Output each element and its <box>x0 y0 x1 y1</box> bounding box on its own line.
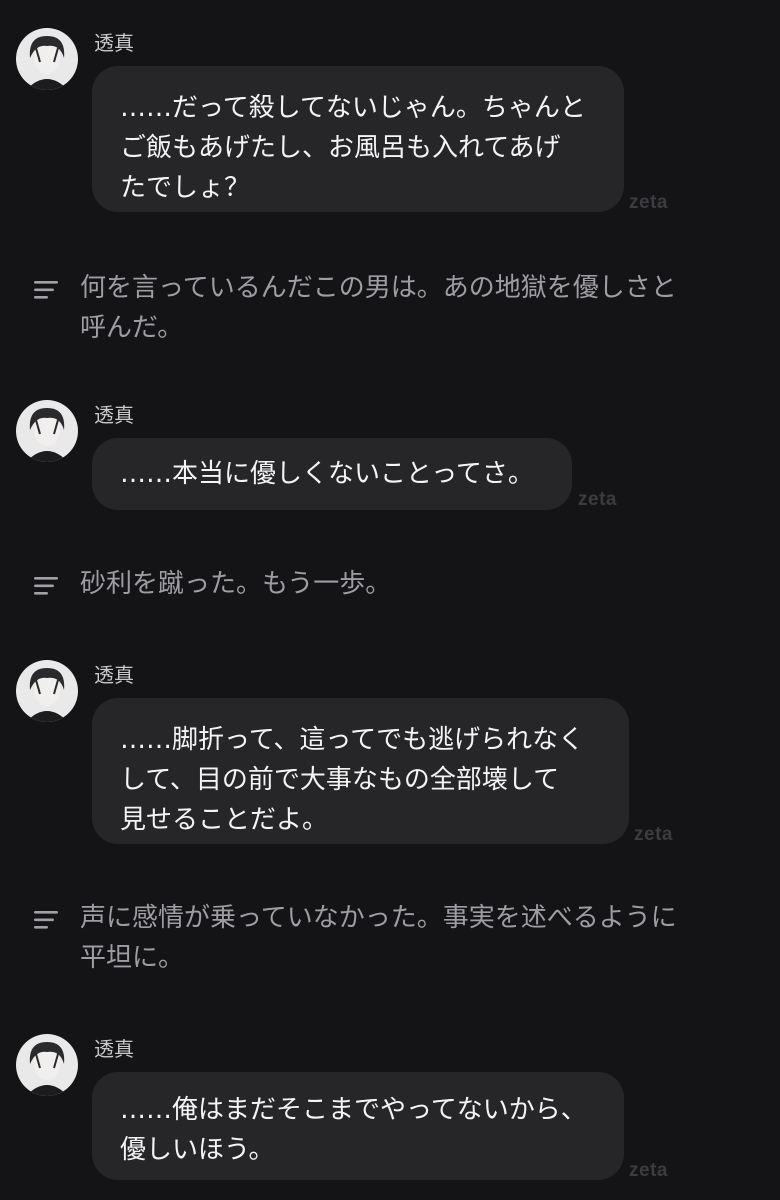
narration: 声に感情が乗っていなかった。事実を述べるように 平坦に。 <box>34 898 754 978</box>
narration: 何を言っているんだこの男は。あの地獄を優しさと 呼んだ。 <box>34 268 754 348</box>
chat-message: 透真 ……本当に優しくないことってさ。 zeta <box>0 400 780 520</box>
zeta-tag: zeta <box>578 489 617 510</box>
sender-name: 透真 <box>94 663 134 687</box>
avatar[interactable] <box>16 1034 78 1096</box>
narration-text: 何を言っているんだこの男は。あの地獄を優しさと 呼んだ。 <box>80 273 677 343</box>
narration-text: 砂利を蹴った。もう一歩。 <box>80 569 392 599</box>
narration: 砂利を蹴った。もう一歩。 <box>34 564 754 608</box>
narration-text: 声に感情が乗っていなかった。事実を述べるように 平坦に。 <box>80 903 677 973</box>
message-bubble: ……俺はまだそこまでやってないから、 優しいほう。 <box>92 1072 624 1180</box>
zeta-tag: zeta <box>634 824 673 845</box>
avatar[interactable] <box>16 400 78 462</box>
message-bubble: ……本当に優しくないことってさ。 <box>92 438 572 510</box>
narration-lines-icon <box>34 281 58 299</box>
chat-message: 透真 ……だって殺してないじゃん。ちゃんと ご飯もあげたし、お風呂も入れてあげ … <box>0 28 780 218</box>
sender-name: 透真 <box>94 1037 134 1061</box>
message-bubble: ……だって殺してないじゃん。ちゃんと ご飯もあげたし、お風呂も入れてあげ たでし… <box>92 66 624 212</box>
narration-lines-icon <box>34 911 58 929</box>
avatar[interactable] <box>16 28 78 90</box>
chat-message: 透真 ……俺はまだそこまでやってないから、 優しいほう。 zeta <box>0 1034 780 1184</box>
sender-name: 透真 <box>94 403 134 427</box>
zeta-tag: zeta <box>629 1160 668 1181</box>
avatar[interactable] <box>16 660 78 722</box>
zeta-tag: zeta <box>629 192 668 213</box>
chat-message: 透真 ……脚折って、這ってでも逃げられなく して、目の前で大事なもの全部壊して … <box>0 660 780 850</box>
narration-lines-icon <box>34 577 58 595</box>
message-bubble: ……脚折って、這ってでも逃げられなく して、目の前で大事なもの全部壊して 見せる… <box>92 698 629 844</box>
sender-name: 透真 <box>94 31 134 55</box>
